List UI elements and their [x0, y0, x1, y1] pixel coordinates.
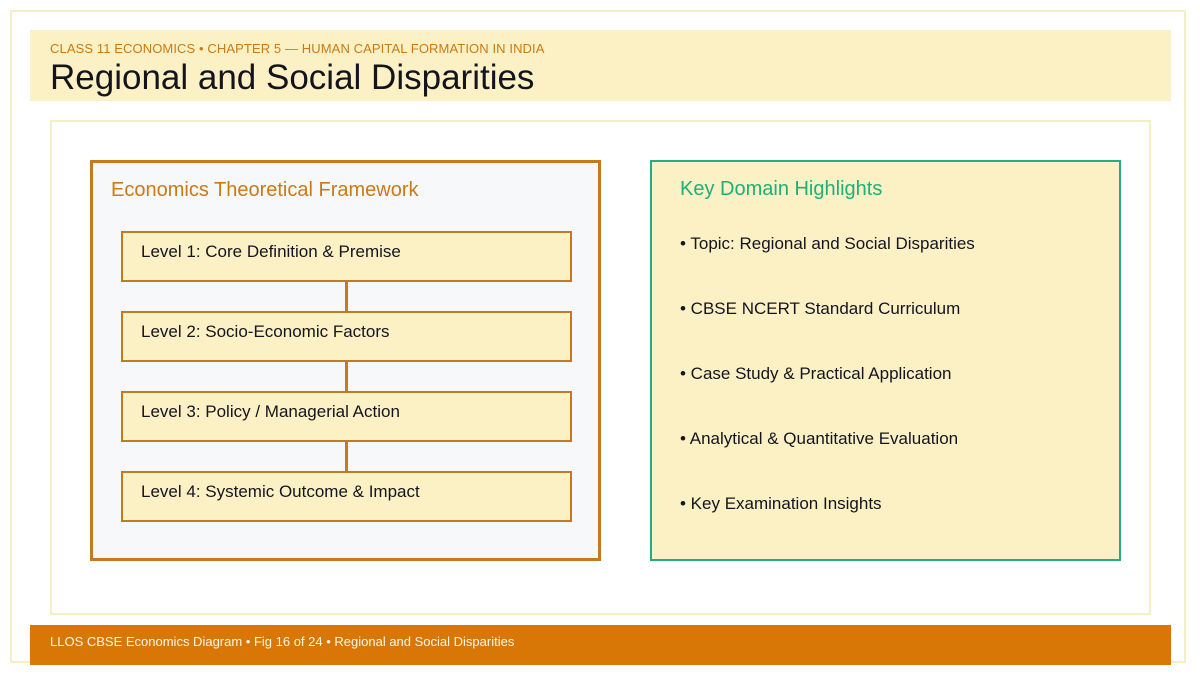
footer-caption: LLOS CBSE Economics Diagram • Fig 16 of … [50, 634, 515, 649]
slide-header: CLASS 11 ECONOMICS • CHAPTER 5 — HUMAN C… [30, 30, 1171, 101]
highlight-item: • Analytical & Quantitative Evaluation [680, 429, 959, 448]
highlight-item: • Topic: Regional and Social Disparities [680, 234, 975, 253]
highlight-item: • Case Study & Practical Application [680, 364, 952, 383]
framework-level-4: Level 4: Systemic Outcome & Impact [121, 471, 572, 522]
framework-diagram: Economics Theoretical Framework Level 1:… [90, 160, 601, 561]
framework-level-label: Level 2: Socio-Economic Factors [141, 322, 390, 341]
framework-title: Economics Theoretical Framework [111, 179, 419, 201]
framework-level-1: Level 1: Core Definition & Premise [121, 231, 572, 282]
framework-level-label: Level 3: Policy / Managerial Action [141, 402, 400, 421]
framework-level-2: Level 2: Socio-Economic Factors [121, 311, 572, 362]
level-connector [345, 362, 348, 392]
framework-level-label: Level 1: Core Definition & Premise [141, 242, 401, 261]
highlight-item: • CBSE NCERT Standard Curriculum [680, 299, 961, 318]
framework-level-3: Level 3: Policy / Managerial Action [121, 391, 572, 442]
chapter-breadcrumb: CLASS 11 ECONOMICS • CHAPTER 5 — HUMAN C… [50, 41, 545, 56]
highlight-item: • Key Examination Insights [680, 494, 882, 513]
page-title: Regional and Social Disparities [50, 58, 535, 97]
level-connector [345, 442, 348, 472]
slide-footer: LLOS CBSE Economics Diagram • Fig 16 of … [30, 625, 1171, 665]
level-connector [345, 282, 348, 312]
key-highlights-panel: Key Domain Highlights • Topic: Regional … [650, 160, 1121, 561]
framework-level-label: Level 4: Systemic Outcome & Impact [141, 482, 420, 501]
highlights-title: Key Domain Highlights [680, 178, 883, 200]
